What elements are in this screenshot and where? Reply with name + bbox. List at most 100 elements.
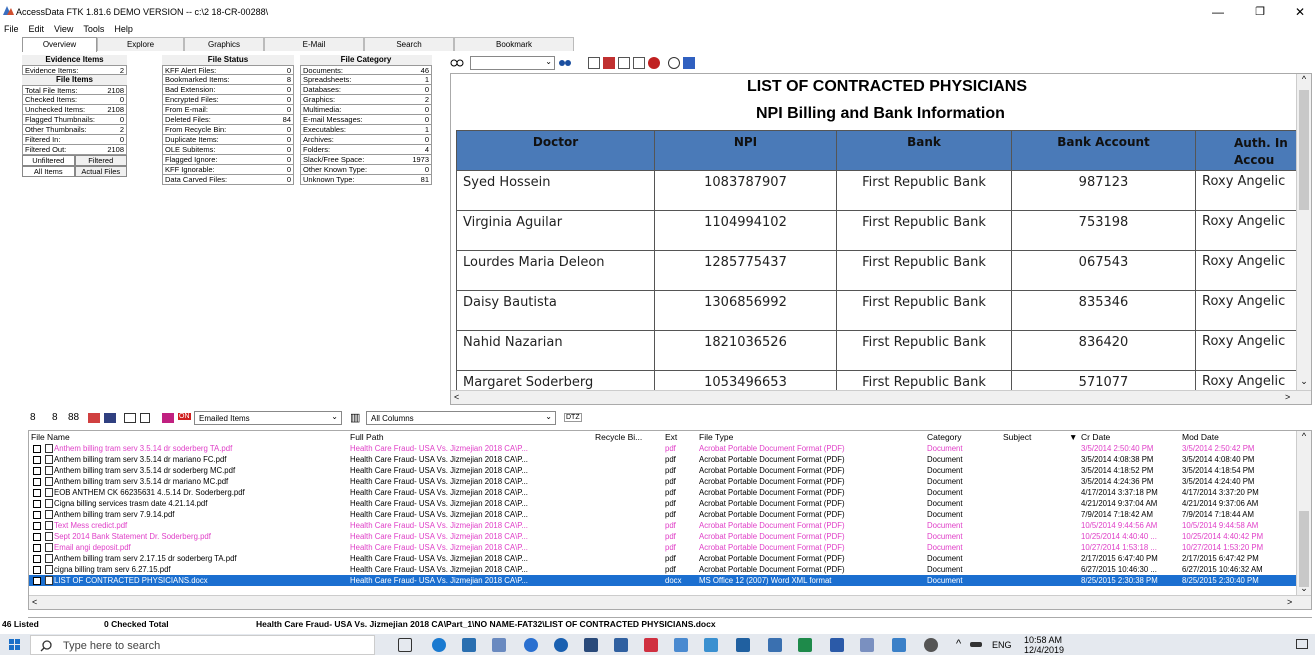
filter-icon[interactable] (603, 57, 615, 69)
file-row[interactable]: Cigna billing services trasm date 4.21.1… (29, 498, 1297, 509)
row-checkbox[interactable] (33, 489, 41, 497)
cloud-icon[interactable] (768, 638, 782, 652)
settings-icon[interactable] (924, 638, 938, 652)
tab-graphics[interactable]: Graphics (184, 37, 264, 51)
list-vertical-scrollbar[interactable]: ^ ⌄ (1296, 431, 1311, 597)
find-next-icon[interactable] (558, 57, 572, 69)
scroll-left-icon[interactable]: < (32, 597, 37, 607)
camera-icon[interactable] (584, 638, 598, 652)
copy-icon[interactable] (124, 413, 136, 423)
windows-start-icon[interactable] (9, 639, 21, 651)
minimize-button[interactable]: — (1203, 5, 1233, 19)
tools-icon[interactable] (674, 638, 688, 652)
file-row[interactable]: LIST OF CONTRACTED PHYSICIANS.docx Health… (29, 575, 1297, 586)
all-items-button[interactable]: All Items (22, 166, 75, 177)
file-row[interactable]: Anthem billing tram serv 3.5.14 dr maria… (29, 476, 1297, 487)
file-row[interactable]: cigna billing tram serv 6.27.15.pdf Healt… (29, 564, 1297, 575)
scroll-up-icon[interactable]: ^ (1297, 74, 1311, 88)
store-icon[interactable] (462, 638, 476, 652)
network-icon[interactable] (704, 638, 718, 652)
check-all-icon[interactable]: 8 (30, 412, 36, 423)
dtz-button[interactable]: DTZ (564, 413, 582, 422)
uncheck-icon[interactable]: 8 (52, 412, 58, 423)
stop-icon[interactable] (648, 57, 660, 69)
taskbar-search[interactable]: Type here to search (30, 635, 375, 655)
file-row[interactable]: Anthem billing tram serv 3.5.14 dr soder… (29, 443, 1297, 454)
row-checkbox[interactable] (33, 522, 41, 530)
close-button[interactable]: ✕ (1285, 5, 1315, 19)
bookmark-icon[interactable] (88, 413, 100, 423)
tab-explore[interactable]: Explore (97, 37, 184, 51)
mail-icon[interactable] (614, 638, 628, 652)
file-row[interactable]: EOB ANTHEM CK 66235631 4..5.14 Dr. Soder… (29, 487, 1297, 498)
columns-icon[interactable]: ▥ (350, 411, 360, 424)
tray-chevron-icon[interactable]: ^ (956, 638, 961, 650)
clock-time[interactable]: 10:58 AM (1024, 635, 1062, 645)
row-checkbox[interactable] (33, 445, 41, 453)
excel-icon[interactable] (798, 638, 812, 652)
heart-icon[interactable] (162, 413, 174, 423)
hex-icon[interactable] (633, 57, 645, 69)
viewer-vertical-scrollbar[interactable]: ^ ⌄ (1296, 74, 1311, 392)
menu-view[interactable]: View (54, 24, 73, 34)
on-badge[interactable]: ON (178, 413, 191, 420)
tab-search[interactable]: Search (364, 37, 454, 51)
doc-icon[interactable] (140, 413, 150, 423)
task-view-icon[interactable] (398, 638, 412, 652)
row-checkbox[interactable] (33, 500, 41, 508)
export-icon[interactable] (683, 57, 695, 69)
menu-edit[interactable]: Edit (29, 24, 45, 34)
tab-bookmark[interactable]: Bookmark (454, 37, 574, 51)
zoom-icon[interactable] (668, 57, 680, 69)
document-viewer[interactable]: LIST OF CONTRACTED PHYSICIANS NPI Billin… (450, 73, 1312, 405)
find-input[interactable]: ⌄ (470, 56, 555, 70)
col-subject[interactable]: Subject (1003, 432, 1031, 442)
scroll-down-icon[interactable]: ⌄ (1297, 376, 1311, 390)
find-icon[interactable] (450, 57, 464, 69)
col-full-path[interactable]: Full Path (350, 432, 384, 442)
scroll-left-icon[interactable]: < (454, 392, 459, 402)
col-category[interactable]: Category (927, 432, 962, 442)
file-row[interactable]: Text Mess credict.pdf Health Care Fraud- … (29, 520, 1297, 531)
row-checkbox[interactable] (33, 511, 41, 519)
file-row[interactable]: Anthem billing tram serv 2.17.15 dr sode… (29, 553, 1297, 564)
list-horizontal-scrollbar[interactable]: < > (29, 595, 1311, 609)
row-checkbox[interactable] (33, 456, 41, 464)
col-cr-date[interactable]: Cr Date (1081, 432, 1110, 442)
menu-help[interactable]: Help (114, 24, 133, 34)
notifications-icon[interactable] (1296, 639, 1308, 649)
row-checkbox[interactable] (33, 467, 41, 475)
edge-icon[interactable] (432, 638, 446, 652)
file-row[interactable]: Sept 2014 Bank Statement Dr. Soderberg.p… (29, 531, 1297, 542)
col-mod-date[interactable]: Mod Date (1182, 432, 1219, 442)
row-checkbox[interactable] (33, 577, 41, 585)
chat-icon[interactable] (524, 638, 538, 652)
check-range-icon[interactable]: 88 (68, 412, 79, 423)
file-row[interactable]: Anthem billing tram serv 7.9.14.pdf Healt… (29, 509, 1297, 520)
row-checkbox[interactable] (33, 555, 41, 563)
scroll-thumb[interactable] (1299, 90, 1309, 210)
row-checkbox[interactable] (33, 566, 41, 574)
app-icon[interactable] (492, 638, 506, 652)
scroll-down-icon[interactable]: ⌄ (1297, 583, 1311, 594)
explorer-icon[interactable] (892, 638, 906, 652)
language-indicator[interactable]: ENG (992, 640, 1012, 650)
col-ext[interactable]: Ext (665, 432, 677, 442)
actual-files-button[interactable]: Actual Files (74, 166, 127, 177)
filtered-button[interactable]: Filtered (74, 155, 127, 166)
col-recycle-bin[interactable]: Recycle Bi... (595, 432, 642, 442)
row-checkbox[interactable] (33, 544, 41, 552)
clock-date[interactable]: 12/4/2019 (1024, 645, 1064, 655)
scroll-right-icon[interactable]: > (1287, 597, 1292, 607)
tab-overview[interactable]: Overview (22, 37, 97, 52)
ftk-task-icon[interactable] (860, 638, 874, 652)
filter-select[interactable]: Emailed Items ⌄ (194, 411, 342, 425)
files-icon[interactable] (736, 638, 750, 652)
unfiltered-button[interactable]: Unfiltered (22, 155, 75, 166)
report-icon[interactable] (104, 413, 116, 423)
file-row[interactable]: Anthem billing tram serv 3.5.14 dr maria… (29, 454, 1297, 465)
browser-icon[interactable] (554, 638, 568, 652)
file-row[interactable]: Anthem billing tram serv 3.5.14 dr soder… (29, 465, 1297, 476)
row-checkbox[interactable] (33, 478, 41, 486)
menu-file[interactable]: File (4, 24, 19, 34)
